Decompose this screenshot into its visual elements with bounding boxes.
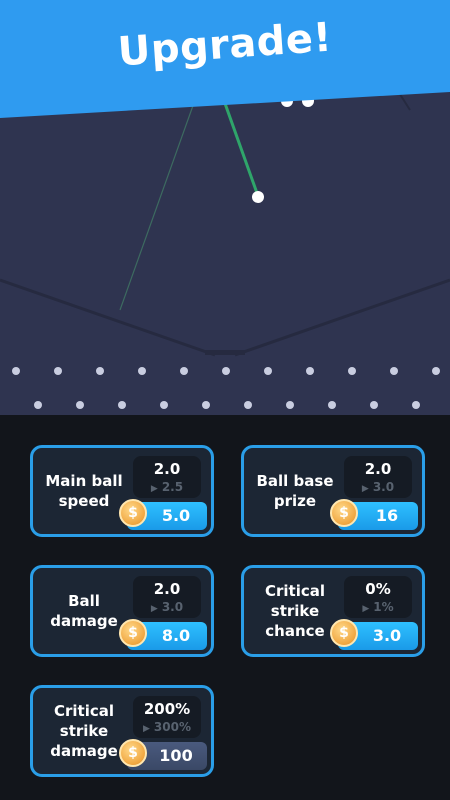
peg [180,367,188,375]
peg [286,401,294,409]
stat-box: 2.0 ▶ 3.0 [133,576,201,618]
stat-current: 0% [365,580,391,598]
peg [370,401,378,409]
peg [328,401,336,409]
main-ball [252,191,264,203]
coin-icon: $ [119,499,147,527]
peg [264,367,272,375]
stat-next-value: 3.0 [372,480,395,494]
peg [390,367,398,375]
stat-next-value: 2.5 [161,480,184,494]
upgrade-label: Ball damage [50,592,118,630]
upgrade-label: Critical strike damage [50,702,118,760]
field-drain [205,350,245,355]
stat-box: 0% ▶ 1% [344,576,412,618]
stat-next: ▶ 1% [344,600,412,614]
field-wall-right [234,278,450,357]
trail-line [119,99,196,311]
upgrade-card-main-ball-speed[interactable]: Main ball speed 2.0 ▶ 2.5 5.0 $ [30,445,214,537]
stat-current: 200% [143,700,191,718]
upgrade-label: Main ball speed [45,472,123,510]
stat-next-value: 3.0 [161,600,184,614]
peg [160,401,168,409]
peg [432,367,440,375]
coin-icon: $ [119,739,147,767]
peg [118,401,126,409]
peg [348,367,356,375]
peg [222,367,230,375]
stat-current: 2.0 [153,460,181,478]
peg [412,401,420,409]
stat-next: ▶ 3.0 [344,480,412,494]
upgrade-label: Ball base prize [256,472,334,510]
peg [34,401,42,409]
coin-icon: $ [330,499,358,527]
stat-next-value: 300% [153,720,191,734]
upgrade-label: Critical strike chance [264,582,325,640]
peg [138,367,146,375]
upgrade-card-critical-strike-damage[interactable]: Critical strike damage 200% ▶ 300% 100 $ [30,685,214,777]
upgrade-card-ball-damage[interactable]: Ball damage 2.0 ▶ 3.0 8.0 $ [30,565,214,657]
play-arrow-icon: ▶ [150,604,158,614]
peg [306,367,314,375]
coin-icon: $ [330,619,358,647]
peg [96,367,104,375]
stat-next: ▶ 2.5 [133,480,201,494]
peg [244,401,252,409]
field-wall-left [0,278,216,357]
trail-line [220,94,260,197]
peg-rows [12,367,440,409]
stat-box: 200% ▶ 300% [133,696,201,738]
peg [76,401,84,409]
stat-current: 2.0 [364,460,392,478]
peg [54,367,62,375]
stat-next: ▶ 3.0 [133,600,201,614]
upgrade-card-critical-strike-chance[interactable]: Critical strike chance 0% ▶ 1% 3.0 $ [241,565,425,657]
stat-box: 2.0 ▶ 2.5 [133,456,201,498]
play-arrow-icon: ▶ [361,484,369,494]
peg [12,367,20,375]
stat-next: ▶ 300% [133,720,201,734]
play-arrow-icon: ▶ [362,604,370,614]
coin-icon: $ [119,619,147,647]
peg [202,401,210,409]
stat-next-value: 1% [373,600,394,614]
upgrade-card-ball-base-prize[interactable]: Ball base prize 2.0 ▶ 3.0 16 $ [241,445,425,537]
stat-box: 2.0 ▶ 3.0 [344,456,412,498]
upgrade-panel: Main ball speed 2.0 ▶ 2.5 5.0 $ Ball base… [0,415,450,800]
stat-current: 2.0 [153,580,181,598]
play-arrow-icon: ▶ [150,484,158,494]
play-arrow-icon: ▶ [143,724,150,734]
